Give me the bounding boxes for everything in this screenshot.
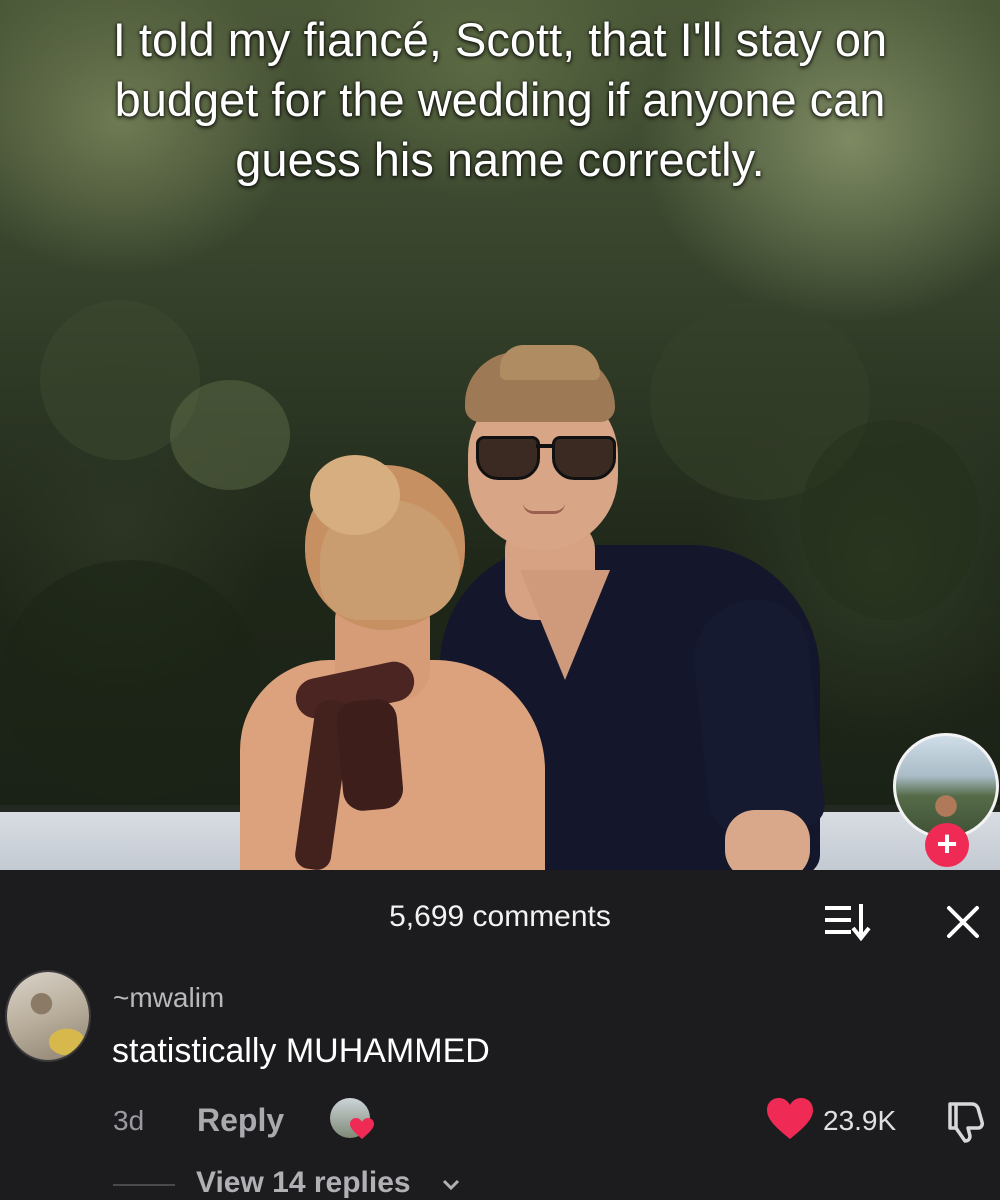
woman-hair-bun (310, 455, 400, 535)
creator-liked-icon (330, 1098, 374, 1142)
foliage (800, 420, 980, 620)
view-replies-button[interactable]: View 14 replies (196, 1166, 411, 1200)
video-frame[interactable]: I told my fiancé, Scott, that I'll stay … (0, 0, 1000, 870)
halter-top-tie (285, 657, 455, 870)
like-count: 23.9K (823, 1105, 897, 1136)
comment-text: statistically MUHAMMED (112, 1032, 490, 1070)
comments-panel: 5,699 comments ~mwalim statistically MUH… (0, 870, 1000, 1200)
foliage (0, 560, 260, 800)
man-arm (725, 810, 810, 870)
man-collar-v (520, 570, 610, 680)
replies-divider (113, 1184, 175, 1186)
man-hair-highlight (500, 345, 600, 380)
foliage (170, 380, 290, 490)
heart-icon[interactable] (767, 1098, 813, 1140)
chevron-down-icon[interactable] (441, 1178, 461, 1192)
comment-time: 3d (113, 1105, 145, 1136)
close-icon[interactable] (941, 900, 985, 944)
follow-plus-icon[interactable]: + (925, 823, 969, 867)
man-mouth (523, 503, 565, 514)
comment-username[interactable]: ~mwalim (113, 982, 224, 1014)
sunglasses (476, 436, 616, 480)
dislike-icon[interactable] (942, 1098, 988, 1144)
commenter-avatar[interactable] (5, 970, 91, 1062)
sort-icon[interactable] (823, 900, 873, 944)
video-caption: I told my fiancé, Scott, that I'll stay … (112, 13, 888, 186)
reply-button[interactable]: Reply (197, 1102, 284, 1139)
